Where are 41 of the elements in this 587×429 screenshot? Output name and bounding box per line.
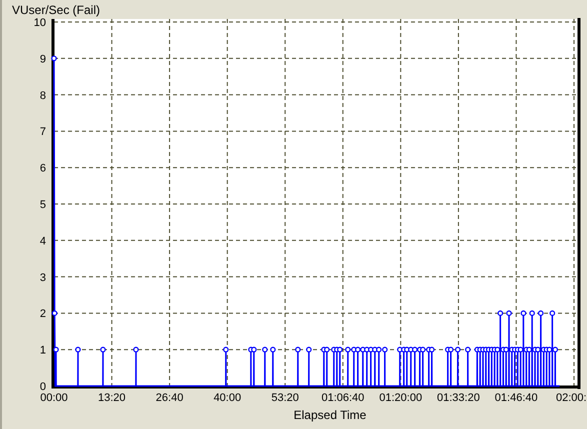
axis-tick-label: 9: [40, 53, 46, 66]
axis-tick-label: 40:00: [214, 392, 242, 404]
axis-tick-label: 13:20: [98, 392, 126, 404]
axis-title: Elapsed Time: [294, 408, 366, 422]
axis-tick-label: 01:06:40: [321, 392, 364, 404]
axis-tick-label: 5: [40, 199, 46, 211]
axis-tick-label: 10: [34, 17, 46, 29]
data-point: [52, 310, 58, 316]
axis-tick-label: 3: [40, 272, 46, 284]
data-point: [133, 346, 139, 352]
data-point: [529, 310, 535, 316]
axis-tick-label: 53:20: [271, 392, 299, 404]
axis-tick-label: 01:20:00: [379, 392, 422, 404]
axis-tick-label: 6: [40, 162, 46, 175]
data-point: [550, 310, 556, 316]
axis-tick-label: 26:40: [156, 392, 184, 404]
axis-tick-label: 4: [40, 235, 46, 248]
data-point: [465, 346, 471, 352]
data-point: [100, 346, 106, 352]
axis-tick-label: 02:00:: [556, 392, 587, 404]
axis-tick-label: 1: [40, 344, 46, 357]
data-point: [295, 346, 301, 352]
data-point: [538, 310, 544, 316]
data-point: [506, 310, 512, 316]
axis-tick-label: 8: [40, 90, 46, 102]
axis-tick-label: 7: [40, 126, 46, 138]
data-point: [270, 346, 276, 352]
axis-tick-label: 01:46:40: [494, 392, 538, 404]
data-point: [498, 310, 504, 316]
data-point: [262, 346, 268, 352]
chart-title: VUser/Sec (Fail): [12, 3, 100, 17]
data-point: [306, 346, 312, 352]
data-point: [51, 56, 57, 62]
axis-tick-label: 00:00: [40, 392, 68, 404]
axis-tick-label: 01:33:20: [437, 392, 480, 404]
data-point: [75, 346, 81, 352]
data-point: [53, 346, 59, 352]
data-point: [520, 310, 526, 316]
axis-tick-label: 0: [40, 381, 46, 393]
axis-tick-label: 2: [40, 308, 46, 320]
data-point: [223, 346, 229, 352]
